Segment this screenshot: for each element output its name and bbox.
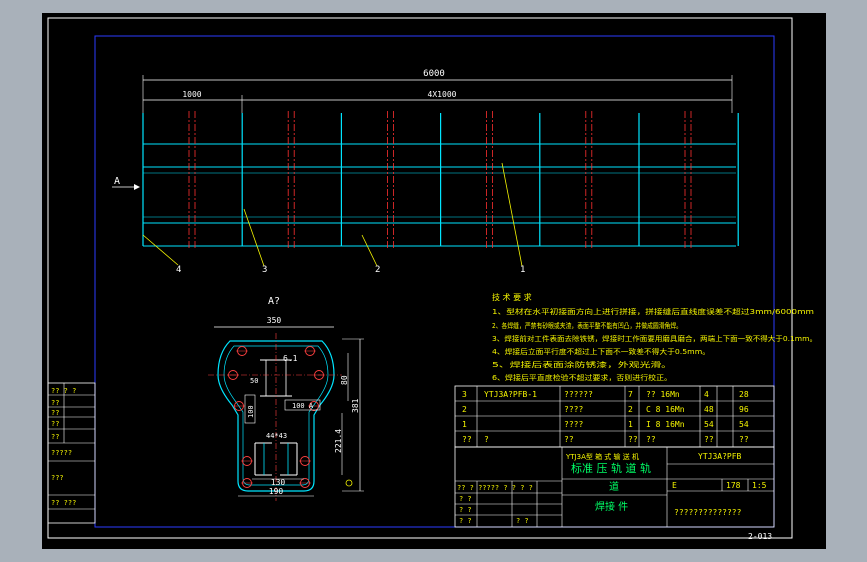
dim-381: 381 (351, 398, 360, 413)
left-table-row: ?? (51, 399, 59, 407)
title-bottom-code: ?????????????? (674, 508, 742, 517)
bom-cell-t: 54 (739, 420, 749, 429)
title-part-name-2: 道 (609, 480, 619, 493)
bom-cell-no: ?? (462, 435, 472, 444)
callout-2: 2 (375, 265, 380, 275)
callout-3: 3 (262, 265, 267, 275)
bom-cell-spec: ?? 16Mn (646, 390, 680, 399)
bom-cell-t: 28 (739, 390, 749, 399)
vertical-posts (142, 113, 739, 246)
dim-100a: 100 A (292, 402, 314, 410)
cad-viewport[interactable]: 6000 1000 4X1000 A 4 3 2 1 A? 350 381 80… (42, 13, 826, 549)
left-table-row: ?? ? ? (51, 387, 76, 395)
dim-190: 190 (269, 487, 284, 496)
bom-cell-spec: C 8 16Mn (646, 405, 685, 414)
title-block: YTJ3A型 箱 式 输 送 机 标准 压 轨 道 轨 道 焊接 件 YTJ3A… (454, 446, 775, 528)
title-sign-row: ? ? (516, 517, 529, 525)
dim-spacing-label: 4X1000 (428, 90, 457, 99)
bom-cell-name: ?????? (564, 390, 593, 399)
dim-total-label: 6000 (423, 69, 445, 79)
bom-cell-no: 3 (462, 390, 467, 399)
note-line-5: 5、焊接后表面涂防锈漆，外观光滑。 (492, 360, 672, 369)
title-scale-label: E (672, 481, 677, 490)
dim-100: 100 (247, 405, 255, 418)
bom-cell-name: ?? (564, 435, 574, 444)
bom-cell-code: ? (484, 435, 489, 444)
dim-130: 130 (271, 478, 286, 487)
dim-350: 350 (267, 316, 282, 325)
section-marker: A (114, 176, 120, 187)
title-sign-row: ? ? (459, 506, 472, 514)
bom-cell-t: 96 (739, 405, 749, 414)
title-project-code: YTJ3A型 箱 式 输 送 机 (565, 452, 639, 461)
bom-cell-u: 4 (704, 390, 709, 399)
callout-1: 1 (520, 265, 525, 275)
section-view: A? 350 381 80 221.4 6.1 50 100 A 100 44*… (208, 296, 364, 501)
bom-cell-name: ???? (564, 405, 583, 414)
note-line-2: 2、各焊缝，严禁有砂眼或夹渣，表面平整不能有凹凸，并做成圆滑角焊。 (492, 321, 682, 330)
bom-cell-qty: 1 (628, 420, 633, 429)
bom-cell-no: 1 (462, 420, 467, 429)
title-part-name-1: 标准 压 轨 道 轨 (571, 461, 651, 475)
bom-cell-code: YTJ3A?PFB-1 (484, 390, 537, 399)
bom-cell-qty: ?? (628, 435, 638, 444)
bom-rows: 3 YTJ3A?PFB-1?????? 7 ?? 16Mn 4 28 2???? 2 C 8 1… (462, 390, 749, 444)
title-drawing-code: YTJ3A?PFB (698, 452, 742, 461)
title-sign-row: ? ? (459, 517, 472, 525)
title-scale: 1:5 (752, 481, 767, 490)
notes-title: 技 术 要 求 (492, 292, 532, 302)
dim-443: 44*43 (266, 432, 287, 440)
bom-cell-qty: 2 (628, 405, 633, 414)
left-table-row: ?? (51, 409, 59, 417)
dim-80: 80 (340, 375, 349, 385)
dim-221: 221.4 (334, 429, 343, 453)
elevation-view: 6000 1000 4X1000 A 4 3 2 1 (112, 69, 739, 275)
section-view-title: A? (268, 296, 280, 307)
bom-cell-no: 2 (462, 405, 467, 414)
bom-cell-u: ?? (704, 435, 714, 444)
title-sign-row: ? ? (459, 495, 472, 503)
inner-frame (94, 35, 775, 528)
note-line-1: 1、型材在水平初接面方向上进行拼接，拼接缝后直线度误差不超过3mm/6000mm (492, 307, 814, 316)
technical-notes: 技 术 要 求 1、型材在水平初接面方向上进行拼接，拼接缝后直线度误差不超过3m… (492, 292, 817, 382)
bom-cell-spec: I 8 16Mn (646, 420, 685, 429)
left-revision-table: ?? ? ? ?? ?? ?? ?? ????? ??? ?? ??? (47, 382, 96, 524)
left-table-row: ?? (51, 433, 59, 441)
bom-cell-qty: 7 (628, 390, 633, 399)
note-line-3: 3、焊接前对工件表面去除铁锈，焊接时工作面要用磨具磨合，两端上下面一致不得大于0… (492, 334, 817, 343)
title-weight: 178 (726, 481, 741, 490)
title-sign-row: ?? ? ????? ? ? ? ? (457, 484, 533, 492)
bom-table: 3 YTJ3A?PFB-1?????? 7 ?? 16Mn 4 28 2???? 2 C 8 1… (454, 385, 775, 448)
bom-cell-u: 54 (704, 420, 714, 429)
bom-cell-t: ?? (739, 435, 749, 444)
sheet-border (47, 17, 793, 539)
left-table-row: ??? (51, 474, 64, 482)
title-part-name-3: 焊接 件 (595, 500, 628, 513)
left-table-row: ?? ??? (51, 499, 76, 507)
left-table-row: ????? (51, 449, 72, 457)
dim-61: 6.1 (283, 354, 298, 363)
sheet-number: 2-013 (748, 532, 772, 541)
dim-first-label: 1000 (182, 90, 201, 99)
dim-50: 50 (250, 377, 258, 385)
bom-cell-name: ???? (564, 420, 583, 429)
note-line-6: 6、焊接后平直度检验不超过要求，否则进行校正。 (492, 373, 672, 382)
drawing-canvas[interactable]: 6000 1000 4X1000 A 4 3 2 1 A? 350 381 80… (42, 13, 826, 549)
bom-cell-u: 48 (704, 405, 714, 414)
callout-4: 4 (176, 265, 181, 275)
note-line-4: 4、焊接后立面平行度不超过上下面不一致差不得大于0.5mm。 (492, 347, 710, 356)
bom-cell-spec: ?? (646, 435, 656, 444)
left-table-row: ?? (51, 420, 59, 428)
